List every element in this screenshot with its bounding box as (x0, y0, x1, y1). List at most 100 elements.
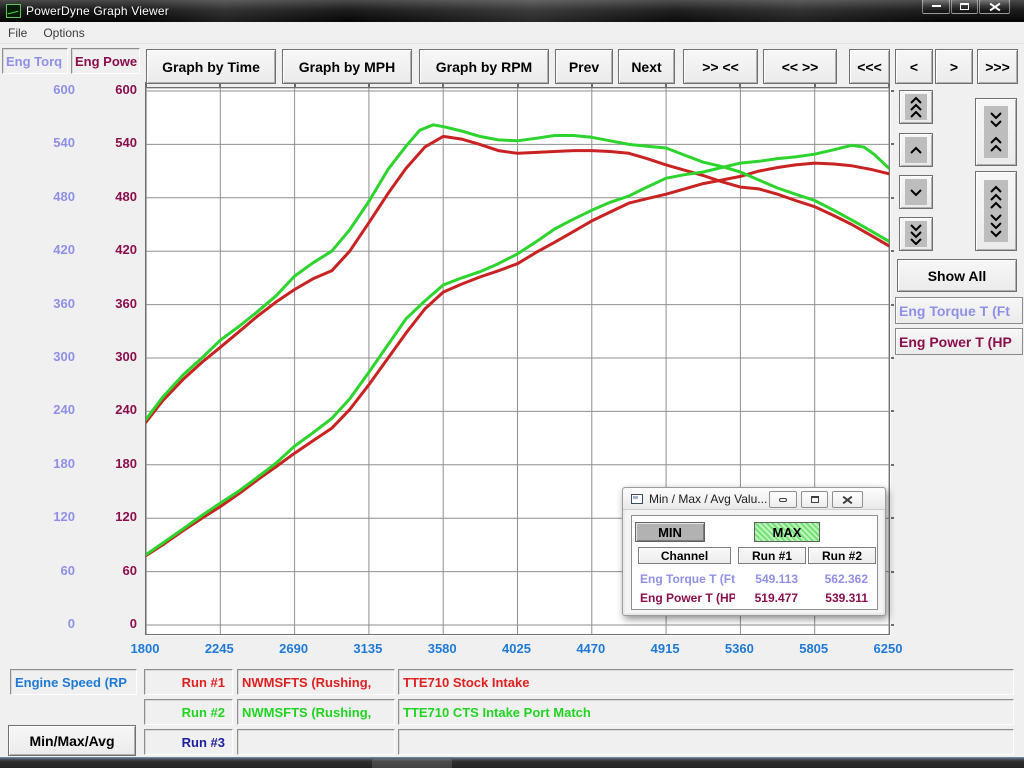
torque-ytick-300: 300 (28, 348, 75, 366)
torque-ytick-420: 420 (28, 241, 75, 259)
torque-channel-label[interactable]: Eng Torque T (Ft (895, 297, 1023, 324)
right-tick (890, 517, 894, 519)
show-all-button[interactable]: Show All (897, 259, 1017, 292)
window-maximize-button[interactable] (951, 0, 978, 14)
right-tick (890, 250, 894, 252)
minmax-row-channel: Eng Power T (HP) (640, 590, 735, 606)
triple-chevron-down-icon (905, 221, 927, 247)
right-tick (890, 624, 894, 626)
chevron-up-icon (905, 137, 927, 163)
maximize-icon (811, 496, 819, 503)
right-tick (890, 90, 894, 92)
window-title: PowerDyne Graph Viewer (26, 4, 169, 18)
minimize-icon (779, 498, 787, 502)
min-max-avg-button[interactable]: Min/Max/Avg (8, 725, 136, 756)
expand-vertical-icon (984, 180, 1008, 242)
power-ytick-240: 240 (90, 401, 137, 419)
collapse-vertical-icon (984, 106, 1008, 158)
taskbar-item[interactable] (372, 759, 452, 768)
scroll-first-button[interactable]: <<< (849, 49, 890, 84)
scroll-left-button[interactable]: < (895, 49, 933, 84)
zoom-in-x-button[interactable]: >> << (683, 49, 758, 84)
run-description-1[interactable]: TTE710 Stock Intake (398, 669, 1014, 695)
scroll-up-fast-button[interactable] (899, 90, 933, 124)
xtick-3580: 3580 (412, 641, 472, 657)
next-button[interactable]: Next (618, 49, 675, 84)
minmax-row-run1-value: 549.113 (732, 571, 798, 587)
zoom-in-y-button[interactable] (975, 98, 1017, 166)
torque-ytick-240: 240 (28, 401, 75, 419)
dialog-table-panel: MIN MAX ChannelRun #1Run #2Eng Torque T … (631, 515, 878, 610)
run-label-1[interactable]: Run #1 (144, 669, 233, 695)
run-file-2[interactable]: NWMSFTS (Rushing, (237, 699, 395, 725)
power-ytick-60: 60 (90, 562, 137, 580)
column-header-channel[interactable]: Channel (638, 547, 731, 564)
run-file-3[interactable] (237, 729, 395, 755)
xtick-4470: 4470 (561, 641, 621, 657)
torque-ytick-600: 600 (28, 81, 75, 99)
run-label-2[interactable]: Run #2 (144, 699, 233, 725)
torque-ytick-180: 180 (28, 455, 75, 473)
xtick-3135: 3135 (338, 641, 398, 657)
menu-options[interactable]: Options (35, 26, 92, 40)
max-toggle-button[interactable]: MAX (754, 522, 820, 542)
xtick-1800: 1800 (115, 641, 175, 657)
scroll-down-fast-button[interactable] (899, 217, 933, 251)
dialog-close-button[interactable] (832, 491, 863, 508)
window-minimize-button[interactable] (922, 0, 950, 14)
graph-by-time-button[interactable]: Graph by Time (146, 49, 276, 84)
close-icon (990, 3, 1000, 11)
run-description-2[interactable]: TTE710 CTS Intake Port Match (398, 699, 1014, 725)
dialog-minimize-button[interactable] (769, 491, 797, 508)
min-toggle-button[interactable]: MIN (635, 522, 705, 542)
run-description-3[interactable] (398, 729, 1014, 755)
xtick-5360: 5360 (709, 641, 769, 657)
right-tick (890, 571, 894, 573)
power-ytick-0: 0 (90, 615, 137, 633)
zoom-out-x-button[interactable]: << >> (763, 49, 837, 84)
min-max-avg-dialog: Min / Max / Avg Valu... MIN MAX ChannelR… (622, 487, 886, 616)
xtick-2245: 2245 (189, 641, 249, 657)
xtick-5805: 5805 (784, 641, 844, 657)
torque-axis-header[interactable]: Eng Torq (2, 48, 68, 74)
graph-by-mph-button[interactable]: Graph by MPH (282, 49, 412, 84)
torque-ytick-0: 0 (28, 615, 75, 633)
minmax-row-run1-value: 519.477 (732, 590, 798, 606)
power-ytick-300: 300 (90, 348, 137, 366)
run-label-3[interactable]: Run #3 (144, 729, 233, 755)
scroll-up-button[interactable] (899, 133, 933, 167)
power-ytick-120: 120 (90, 508, 137, 526)
minmax-row-run2-value: 539.311 (802, 590, 868, 606)
close-icon (843, 496, 852, 504)
column-header-run-2[interactable]: Run #2 (808, 547, 876, 564)
graph-by-rpm-button[interactable]: Graph by RPM (419, 49, 549, 84)
xtick-6250: 6250 (858, 641, 918, 657)
engine-speed-label[interactable]: Engine Speed (RP (10, 669, 137, 695)
title-bar: PowerDyne Graph Viewer (0, 0, 1024, 22)
torque-ytick-60: 60 (28, 562, 75, 580)
scroll-last-button[interactable]: >>> (977, 49, 1018, 84)
scroll-right-button[interactable]: > (935, 49, 973, 84)
app-icon (6, 4, 21, 18)
menu-file[interactable]: File (0, 26, 35, 40)
zoom-out-y-button[interactable] (975, 171, 1017, 251)
dialog-maximize-button[interactable] (801, 491, 828, 508)
xtick-4915: 4915 (635, 641, 695, 657)
right-tick (890, 197, 894, 199)
prev-button[interactable]: Prev (555, 49, 613, 84)
scroll-down-button[interactable] (899, 175, 933, 209)
minimize-icon (932, 4, 941, 7)
power-ytick-600: 600 (90, 81, 137, 99)
power-ytick-540: 540 (90, 134, 137, 152)
torque-ytick-540: 540 (28, 134, 75, 152)
power-axis-header[interactable]: Eng Powe (71, 48, 140, 74)
run-file-1[interactable]: NWMSFTS (Rushing, (237, 669, 395, 695)
column-header-run-1[interactable]: Run #1 (738, 547, 806, 564)
triple-chevron-up-icon (905, 94, 927, 120)
xtick-4025: 4025 (487, 641, 547, 657)
power-ytick-420: 420 (90, 241, 137, 259)
power-channel-label[interactable]: Eng Power T (HP (895, 328, 1023, 355)
power-ytick-360: 360 (90, 295, 137, 313)
power-ytick-180: 180 (90, 455, 137, 473)
window-close-button[interactable] (979, 0, 1010, 14)
